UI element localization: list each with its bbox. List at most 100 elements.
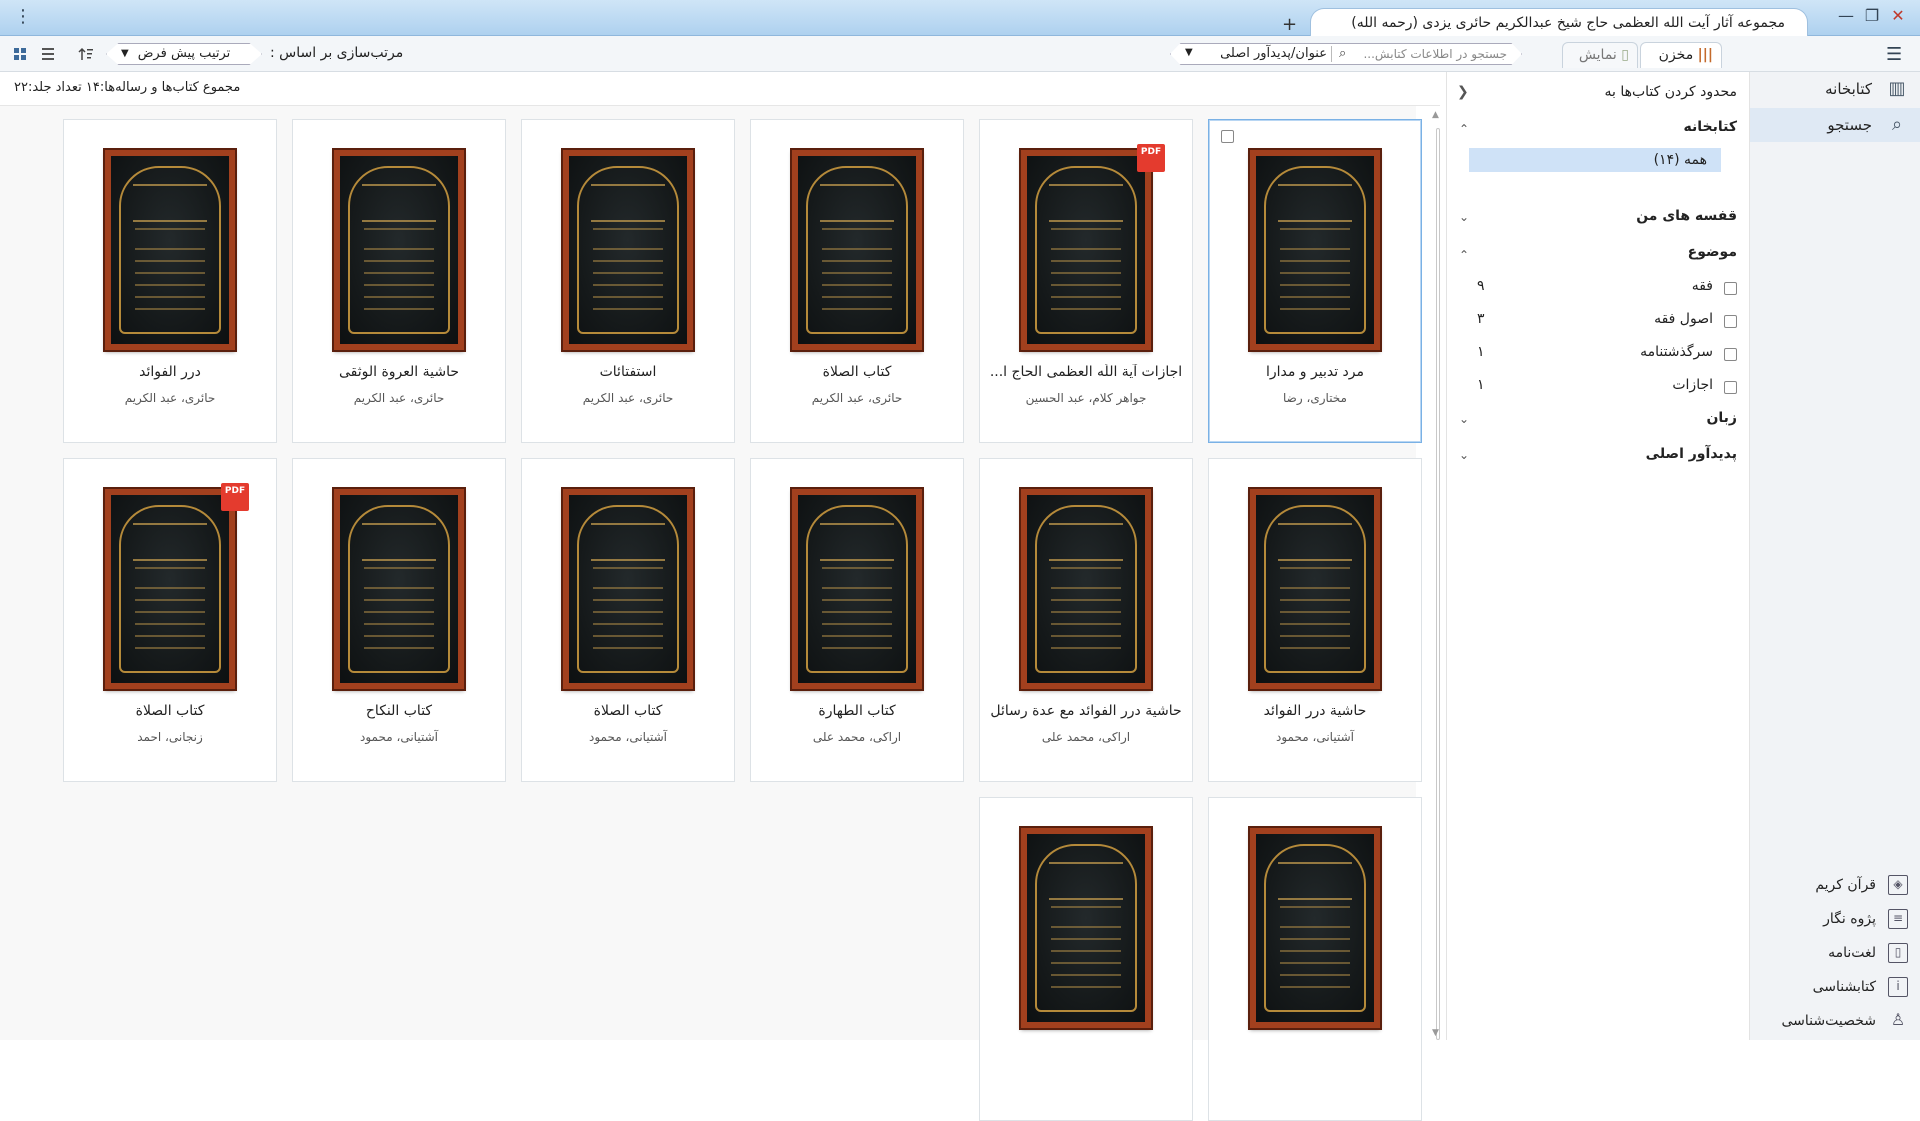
restore-icon[interactable]: ❐ [1860,6,1884,25]
book-title[interactable]: کتاب الصلاة [757,364,957,380]
book-title[interactable]: اجازات آیة اللّٰه العظمی الحاج ا... [986,364,1186,380]
book-card[interactable]: حاشية درر الفوائد آشتیانی، محمود [1208,458,1422,782]
book-card[interactable]: PDF اجازات آیة اللّٰه العظمی الحاج ا... جو… [979,119,1193,443]
sidebar-item-search[interactable]: ⌕ جستجو [1750,108,1920,142]
chevron-down-icon: ▼ [121,48,129,59]
book-title[interactable]: کتاب الصلاة [70,703,270,719]
chevron-down-icon[interactable]: ⌄ [1459,210,1469,224]
book-card[interactable]: کتاب الصلاة حائری، عبد الکریم [750,119,964,443]
book-cover-image[interactable] [1021,489,1151,689]
view-tabs: ▯ نمایش ||| مخزن [1562,42,1742,68]
chevron-down-icon[interactable]: ⌄ [1459,448,1469,462]
book-author: حائری، عبد الکریم [353,391,445,405]
book-title[interactable]: حاشية العروة الوثقی [299,364,499,380]
book-select-checkbox[interactable] [1221,130,1234,143]
book-card[interactable] [979,797,1193,1121]
subject-item[interactable]: فقه ۹ [1477,278,1737,298]
book-card[interactable]: درر الفوائد حائری، عبد الکریم [63,119,277,443]
book-cover-image[interactable] [1021,828,1151,1028]
sidebar-item-persons[interactable]: ♙ شخصیت‌شناسی [1750,1006,1920,1036]
search-field-select[interactable]: عنوان/پدیدآور اصلی [1199,46,1327,61]
sidebar-item-notebook[interactable]: ≡ پژوه نگار [1750,904,1920,934]
book-cover-image[interactable] [105,150,235,350]
book-card[interactable]: مرد تدبیر و مدارا مختاری، رضا [1208,119,1422,443]
book-card[interactable]: حاشية العروة الوثقی حائری، عبد الکریم [292,119,506,443]
subject-item[interactable]: سرگذشتنامه ۱ [1477,344,1737,364]
book-cover-image[interactable] [1021,150,1151,350]
language-heading[interactable]: زبان [1706,410,1737,426]
book-cover-image[interactable] [334,489,464,689]
book-card[interactable]: PDF کتاب الصلاة زنجانی، احمد [63,458,277,782]
book-cover-image[interactable] [792,150,922,350]
book-cover-image[interactable] [105,489,235,689]
chevron-down-icon[interactable]: ⌄ [1459,412,1469,426]
book-cover-image[interactable] [563,150,693,350]
tab-display[interactable]: ▯ نمایش [1562,42,1638,68]
book-cover-image[interactable] [1250,828,1380,1028]
chevron-up-icon[interactable]: ⌃ [1459,122,1469,136]
book-count-summary: مجموع کتاب‌ها و رساله‌ها:۱۴ تعداد جلد:۲۲ [14,80,241,95]
book-card[interactable]: کتاب النکاح آشتیانی، محمود [292,458,506,782]
dictionary-icon: ▯ [1888,943,1908,963]
book-title[interactable]: کتاب النکاح [299,703,499,719]
hamburger-menu-icon[interactable]: ☰ [1886,44,1902,65]
my-shelves-heading[interactable]: قفسه های من [1636,208,1737,224]
subject-checkbox[interactable] [1724,348,1737,361]
author-heading[interactable]: پدیدآور اصلی [1646,446,1737,462]
subject-heading[interactable]: موضوع [1688,244,1737,260]
grid-scrollbar[interactable]: ▲ ▼ [1432,110,1444,1040]
library-heading[interactable]: کتابخانه [1684,119,1737,135]
subject-item[interactable]: اجازات ۱ [1477,377,1737,397]
document-tab[interactable]: مجموعه آثار آیت الله العظمی حاج شیخ عبدا… [1310,8,1808,36]
book-title[interactable]: استفتائات [528,364,728,380]
sort-direction-icon[interactable] [76,44,96,64]
close-icon[interactable]: ✕ [1886,6,1910,25]
tab-repository[interactable]: ||| مخزن [1640,42,1722,68]
subject-item[interactable]: اصول فقه ۳ [1477,311,1737,331]
book-title[interactable]: درر الفوائد [70,364,270,380]
book-card[interactable]: کتاب الطهارة اراکی، محمد علی [750,458,964,782]
sidebar: ▥ کتابخانه ⌕ جستجو ◈ قرآن کریم ≡ پژوه نگ… [1750,72,1920,1040]
sidebar-item-bibliography[interactable]: i کتابشناسی [1750,972,1920,1002]
book-author: اراکی، محمد علی [812,730,902,744]
scroll-thumb[interactable] [1436,128,1440,1040]
subject-checkbox[interactable] [1724,315,1737,328]
app-menu-icon[interactable]: ⋮ [14,6,32,27]
search-icon: ⌕ [1891,114,1903,135]
book-title[interactable]: حاشية درر الفوائد مع عدة رسائل [986,703,1186,719]
book-title[interactable]: کتاب الصلاة [528,703,728,719]
book-cover-image[interactable] [1250,150,1380,350]
book-cover-image[interactable] [792,489,922,689]
list-view-icon[interactable] [38,44,58,64]
book-card[interactable]: حاشية درر الفوائد مع عدة رسائل اراکی، محم… [979,458,1193,782]
book-cover-image[interactable] [1250,489,1380,689]
minimize-icon[interactable]: — [1834,6,1858,25]
chevron-down-icon[interactable]: ▼ [1185,47,1193,58]
sort-select[interactable]: ▼ ترتیب پیش فرض [106,43,262,65]
book-card[interactable]: استفتائات حائری، عبد الکریم [521,119,735,443]
sidebar-item-quran[interactable]: ◈ قرآن کریم [1750,870,1920,900]
book-author: مختاری، رضا [1283,391,1347,405]
document-icon: ▯ [1621,47,1629,63]
book-title[interactable]: حاشية درر الفوائد [1215,703,1415,719]
sidebar-item-library[interactable]: ▥ کتابخانه [1750,72,1920,106]
collapse-panel-icon[interactable]: ❮ [1457,84,1469,100]
new-tab-button[interactable]: + [1282,14,1297,35]
book-title[interactable]: کتاب الطهارة [757,703,957,719]
bookshelf-icon: ▥ [1888,78,1906,99]
book-cover-image[interactable] [563,489,693,689]
book-card[interactable]: کتاب الصلاة آشتیانی، محمود [521,458,735,782]
scroll-down-icon[interactable]: ▼ [1432,1028,1439,1038]
search-box[interactable]: ▼ عنوان/پدیدآور اصلی ⌕ جستجو در اطلاعات … [1170,43,1522,65]
chevron-up-icon[interactable]: ⌃ [1459,248,1469,262]
grid-view-icon[interactable] [10,44,30,64]
sidebar-item-dictionary[interactable]: ▯ لغت‌نامه [1750,938,1920,968]
book-title[interactable]: مرد تدبیر و مدارا [1215,364,1415,380]
scroll-up-icon[interactable]: ▲ [1432,110,1439,120]
subject-checkbox[interactable] [1724,282,1737,295]
search-input[interactable]: جستجو در اطلاعات کتابش... [1327,47,1507,61]
subject-checkbox[interactable] [1724,381,1737,394]
library-all-option[interactable]: همه (۱۴) [1469,148,1721,172]
book-cover-image[interactable] [334,150,464,350]
book-card[interactable] [1208,797,1422,1121]
